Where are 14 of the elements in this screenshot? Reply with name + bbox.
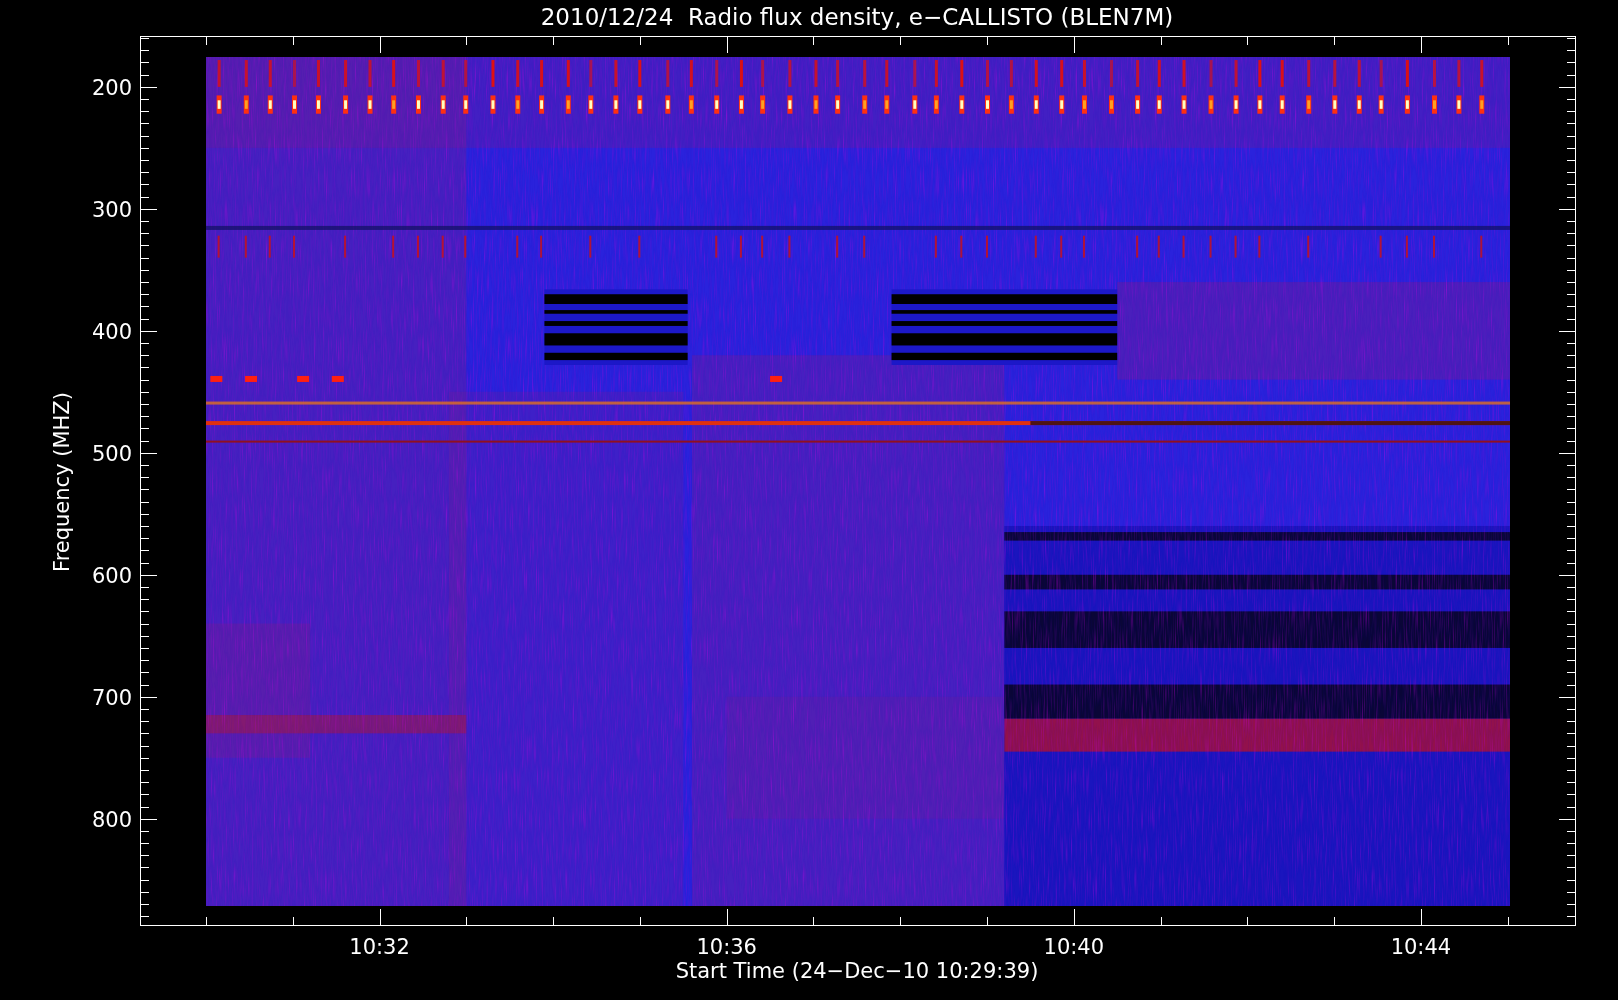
y-tick-label: 500	[91, 441, 132, 466]
y-tick-label: 800	[91, 807, 132, 832]
y-tick-label: 400	[91, 319, 132, 344]
y-tick-label: 600	[91, 563, 132, 588]
y-tick-label: 700	[91, 685, 132, 710]
x-tick-label: 10:36	[696, 935, 757, 959]
x-axis-title: Start Time (24−Dec−10 10:29:39)	[675, 959, 1039, 983]
x-tick-label: 10:40	[1043, 935, 1105, 959]
x-tick-label: 10:44	[1390, 935, 1452, 959]
y-axis-title: Frequency (MHZ)	[50, 392, 74, 572]
chart-title: 2010/12/24 Radio flux density, e−CALLISTO (BLEN7M)	[540, 4, 1174, 30]
y-tick-label: 300	[91, 197, 132, 222]
y-tick-label: 200	[91, 75, 132, 100]
x-tick-label: 10:32	[349, 935, 410, 959]
